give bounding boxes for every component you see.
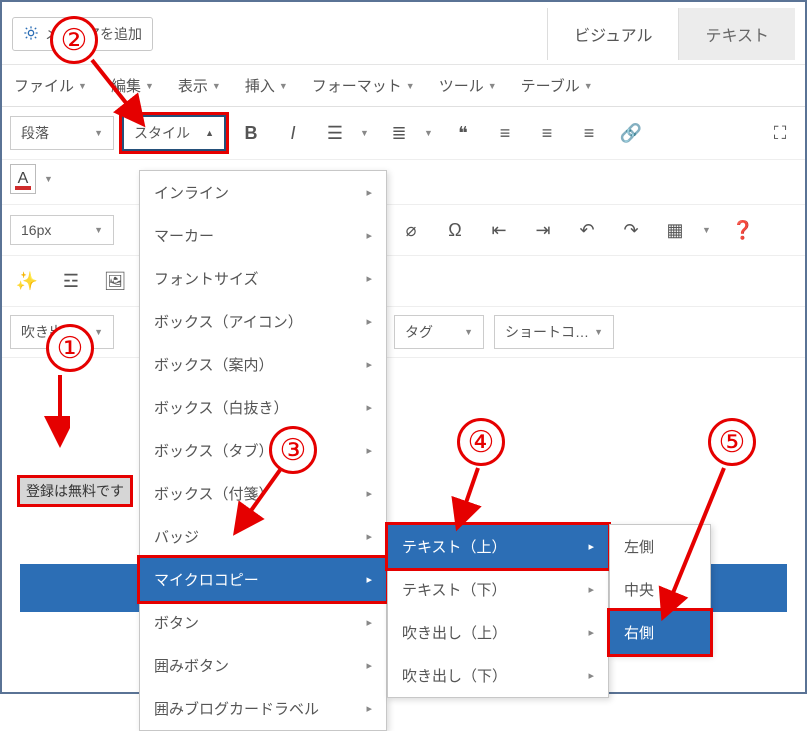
style-menu-kakomi-button[interactable]: 囲みボタン▸ — [140, 644, 386, 687]
annotation-3: ③ — [269, 426, 317, 474]
align-center-icon[interactable]: ≡ — [530, 116, 564, 150]
submenu-text-top[interactable]: テキスト（上）▸ — [388, 525, 608, 568]
style-menu-kakomi-blog[interactable]: 囲みブログカードラベル▸ — [140, 687, 386, 730]
style-menu: インライン▸ マーカー▸ フォントサイズ▸ ボックス（アイコン）▸ ボックス（案… — [139, 170, 387, 731]
style-menu-box-annai[interactable]: ボックス（案内）▸ — [140, 343, 386, 386]
style-menu-box-shironuki[interactable]: ボックス（白抜き）▸ — [140, 386, 386, 429]
numbered-list-icon[interactable]: ≣ — [382, 116, 416, 150]
image-icon[interactable]: 🖼 — [98, 264, 132, 298]
style-menu-badge[interactable]: バッジ▸ — [140, 515, 386, 558]
menu-view[interactable]: 表示▼ — [178, 75, 221, 96]
annotation-1: ① — [46, 324, 94, 372]
style-menu-marker[interactable]: マーカー▸ — [140, 214, 386, 257]
outdent-icon[interactable]: ⇤ — [482, 213, 516, 247]
submenu-fukidashi-top[interactable]: 吹き出し（上）▸ — [388, 611, 608, 654]
toolbar-row-4: ✨ ☲ 🖼 — [2, 256, 805, 307]
help-icon[interactable]: ❓ — [726, 213, 760, 247]
italic-icon[interactable]: I — [276, 116, 310, 150]
style-menu-inline[interactable]: インライン▸ — [140, 171, 386, 214]
clear-format-icon[interactable]: ⌀ — [394, 213, 428, 247]
link-icon[interactable]: 🔗 — [614, 116, 648, 150]
shortcode-select[interactable]: ショートコ…▼ — [494, 315, 614, 349]
style-menu-box-fusen[interactable]: ボックス（付箋）▸ — [140, 472, 386, 515]
toolbar-row-5: 吹き出し▼ タグ▼ ショートコ…▼ — [2, 307, 805, 358]
redo-icon[interactable]: ↷ — [614, 213, 648, 247]
indent-icon[interactable]: ⇥ — [526, 213, 560, 247]
submenu-fukidashi-bottom[interactable]: 吹き出し（下）▸ — [388, 654, 608, 697]
position-right[interactable]: 右側 — [610, 611, 710, 654]
emoji-icon[interactable]: ✨ — [10, 264, 44, 298]
bullet-list-icon[interactable]: ☰ — [318, 116, 352, 150]
align-right-icon[interactable]: ≡ — [572, 116, 606, 150]
toolbar-row-1: 段落▼ スタイル▲ B I ☰ ▼ ≣ ▼ ❝ ≡ ≡ ≡ 🔗 ⛶ — [2, 107, 805, 160]
style-menu-fontsize[interactable]: フォントサイズ▸ — [140, 257, 386, 300]
toolbar-row-3: 16px▼ ⌀ Ω ⇤ ⇥ ↶ ↷ ▦ ▼ ❓ — [2, 205, 805, 256]
fullscreen-icon[interactable]: ⛶ — [763, 116, 797, 150]
style-menu-button[interactable]: ボタン▸ — [140, 601, 386, 644]
annotation-5: ⑤ — [708, 418, 756, 466]
position-left[interactable]: 左側 — [610, 525, 710, 568]
hr-icon[interactable]: ☲ — [54, 264, 88, 298]
menu-format[interactable]: フォーマット▼ — [312, 75, 415, 96]
font-size-select[interactable]: 16px▼ — [10, 215, 114, 245]
position-center[interactable]: 中央 — [610, 568, 710, 611]
submenu-text-bottom[interactable]: テキスト（下）▸ — [388, 568, 608, 611]
blockquote-icon[interactable]: ❝ — [446, 116, 480, 150]
menu-file[interactable]: ファイル▼ — [14, 75, 87, 96]
gear-music-icon — [23, 25, 39, 44]
microcopy-submenu: テキスト（上）▸ テキスト（下）▸ 吹き出し（上）▸ 吹き出し（下）▸ — [387, 524, 609, 698]
table-grid-dropdown[interactable]: ▼ — [702, 213, 716, 247]
undo-icon[interactable]: ↶ — [570, 213, 604, 247]
style-menu-box-icon[interactable]: ボックス（アイコン）▸ — [140, 300, 386, 343]
text-color-swatch[interactable]: A — [10, 164, 36, 194]
tab-text[interactable]: テキスト — [678, 8, 795, 60]
style-menu-microcopy[interactable]: マイクロコピー▸ — [140, 558, 386, 601]
menu-tools[interactable]: ツール▼ — [439, 75, 497, 96]
bold-icon[interactable]: B — [234, 116, 268, 150]
editor-tabs: ビジュアル テキスト — [547, 8, 795, 60]
menu-edit[interactable]: 編集▼ — [111, 75, 154, 96]
style-select[interactable]: スタイル▲ — [122, 115, 226, 151]
menu-table[interactable]: テーブル▼ — [521, 75, 593, 96]
bullet-list-dropdown[interactable]: ▼ — [360, 116, 374, 150]
text-color-dropdown[interactable]: ▼ — [44, 162, 58, 196]
annotation-2: ② — [50, 16, 98, 64]
table-grid-icon[interactable]: ▦ — [658, 213, 692, 247]
tab-visual[interactable]: ビジュアル — [547, 8, 678, 60]
numbered-list-dropdown[interactable]: ▼ — [424, 116, 438, 150]
tag-select[interactable]: タグ▼ — [394, 315, 484, 349]
paragraph-format-select[interactable]: 段落▼ — [10, 116, 114, 150]
selected-text[interactable]: 登録は無料です — [20, 478, 130, 504]
topbar: メディアを追加 ビジュアル テキスト — [2, 2, 805, 65]
omega-icon[interactable]: Ω — [438, 213, 472, 247]
menubar: ファイル▼ 編集▼ 表示▼ 挿入▼ フォーマット▼ ツール▼ テーブル▼ — [2, 65, 805, 107]
position-submenu: 左側 中央 右側 — [609, 524, 711, 655]
toolbar-row-2: A ▼ — [2, 160, 805, 205]
align-left-icon[interactable]: ≡ — [488, 116, 522, 150]
annotation-4: ④ — [457, 418, 505, 466]
style-menu-box-tab[interactable]: ボックス（タブ）▸ — [140, 429, 386, 472]
menu-insert[interactable]: 挿入▼ — [245, 75, 288, 96]
